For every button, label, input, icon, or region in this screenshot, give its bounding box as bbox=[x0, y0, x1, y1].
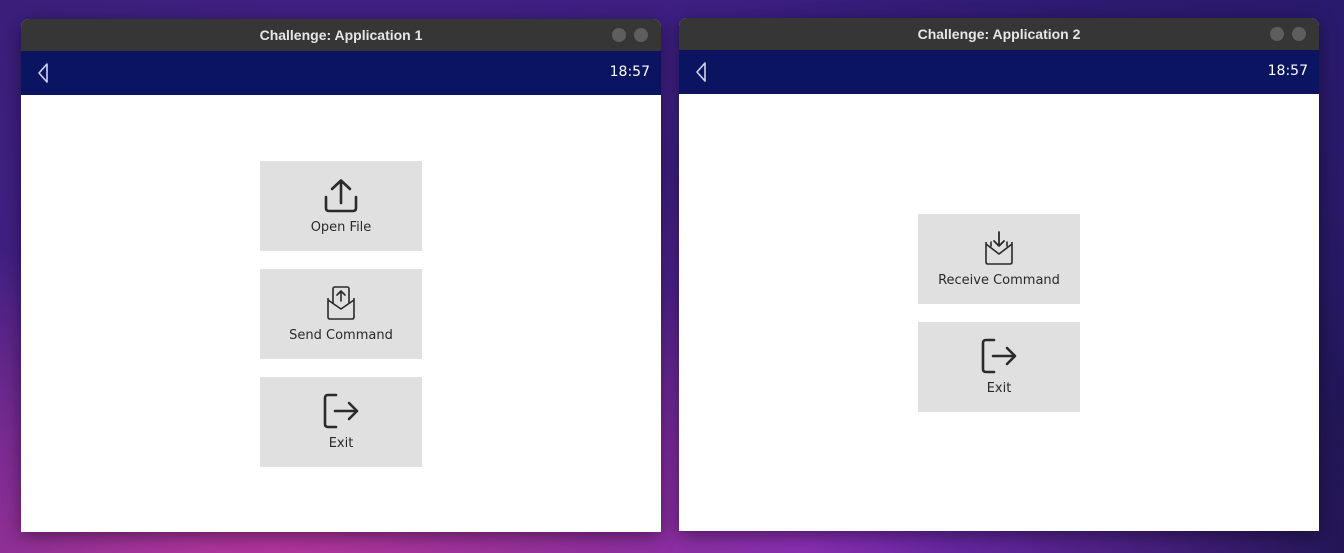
window-title: Challenge: Application 1 bbox=[259, 27, 423, 43]
exit-icon bbox=[322, 393, 360, 429]
receive-envelope-icon bbox=[981, 230, 1017, 266]
application-1-window: Challenge: Application 1 18:57 Open File bbox=[21, 19, 661, 532]
window-titlebar[interactable]: Challenge: Application 1 bbox=[21, 19, 661, 51]
send-command-label: Send Command bbox=[289, 328, 393, 343]
minimize-button[interactable] bbox=[612, 28, 626, 42]
exit-label: Exit bbox=[986, 381, 1012, 396]
exit-button[interactable]: Exit bbox=[260, 377, 422, 467]
open-file-label: Open File bbox=[310, 220, 372, 235]
receive-command-label: Receive Command bbox=[938, 273, 1060, 288]
receive-command-button[interactable]: Receive Command bbox=[918, 214, 1080, 304]
application-2-window: Challenge: Application 2 18:57 Receive C… bbox=[679, 18, 1319, 531]
clock: 18:57 bbox=[1267, 63, 1308, 79]
back-button[interactable] bbox=[693, 61, 709, 83]
open-file-button[interactable]: Open File bbox=[260, 161, 422, 251]
minimize-button[interactable] bbox=[1270, 27, 1284, 41]
clock: 18:57 bbox=[609, 64, 650, 80]
app-content: Open File Send Command Exit bbox=[21, 95, 661, 532]
upload-icon bbox=[323, 177, 359, 213]
back-button[interactable] bbox=[35, 62, 51, 84]
close-button[interactable] bbox=[1292, 27, 1306, 41]
app-bar: 18:57 bbox=[679, 50, 1319, 94]
send-envelope-icon bbox=[323, 285, 359, 321]
back-arrow-icon bbox=[696, 62, 706, 82]
back-arrow-icon bbox=[38, 63, 48, 83]
exit-label: Exit bbox=[328, 436, 354, 451]
window-title: Challenge: Application 2 bbox=[917, 26, 1081, 42]
close-button[interactable] bbox=[634, 28, 648, 42]
exit-button[interactable]: Exit bbox=[918, 322, 1080, 412]
send-command-button[interactable]: Send Command bbox=[260, 269, 422, 359]
window-titlebar[interactable]: Challenge: Application 2 bbox=[679, 18, 1319, 50]
app-content: Receive Command Exit bbox=[679, 94, 1319, 531]
exit-icon bbox=[980, 338, 1018, 374]
app-bar: 18:57 bbox=[21, 51, 661, 95]
